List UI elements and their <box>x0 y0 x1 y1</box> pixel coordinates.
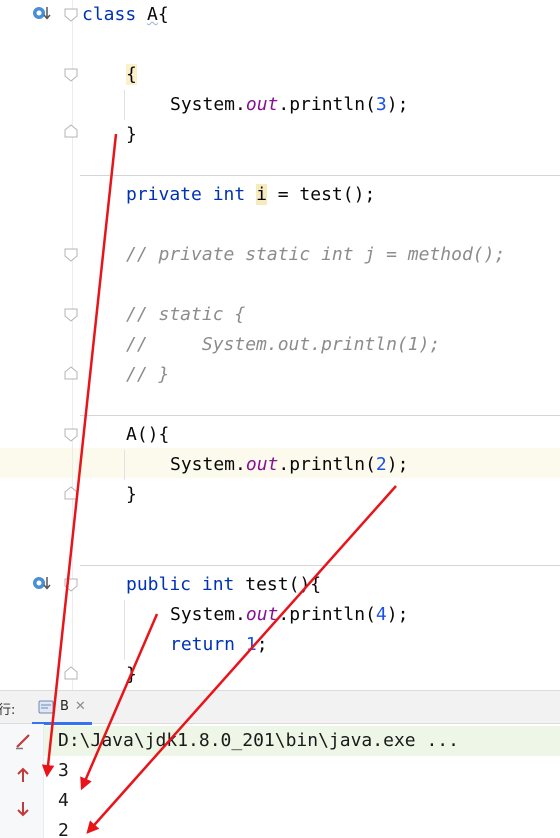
code-token: System. <box>170 604 246 625</box>
indent-guide <box>124 600 125 660</box>
fold-close-icon[interactable] <box>64 486 78 500</box>
brace: } <box>126 664 137 685</box>
fold-open-icon[interactable] <box>64 308 78 322</box>
number-literal: 1 <box>245 634 257 655</box>
brace: } <box>126 124 137 145</box>
indent-guide <box>124 450 125 480</box>
code-line-method-close[interactable]: } <box>126 660 137 690</box>
brace: } <box>126 484 137 505</box>
console-command-line: D:\Java\jdk1.8.0_201\bin\java.exe ... <box>44 726 560 756</box>
method-separator <box>80 565 560 566</box>
console-toolbar <box>0 724 44 838</box>
class-name: A <box>147 4 158 25</box>
console-output-line: 3 <box>58 760 69 781</box>
implemented-marker-icon[interactable] <box>32 574 52 592</box>
code-line-ctor-close[interactable]: } <box>126 480 137 510</box>
code-token: System. <box>170 94 246 115</box>
number-literal: 4 <box>375 604 387 625</box>
code-line-comment[interactable]: // private static int j = method(); <box>126 240 505 270</box>
tab-label: B <box>60 699 69 714</box>
code-line-comment[interactable]: // System.out.println(1); <box>126 330 440 360</box>
fold-open-icon[interactable] <box>64 428 78 442</box>
field-token: out <box>245 94 279 115</box>
method-separator <box>80 175 560 176</box>
close-icon[interactable]: ✕ <box>75 699 86 714</box>
code-line-return[interactable]: return 1; <box>170 630 268 660</box>
code-token: .println( <box>278 454 376 475</box>
fold-close-icon[interactable] <box>64 666 78 680</box>
number-literal: 2 <box>375 454 387 475</box>
code-line-init-println[interactable]: System.out.println(3); <box>170 90 408 120</box>
code-token: ; <box>256 634 268 655</box>
keyword: int <box>201 574 235 595</box>
keyword: return <box>170 634 236 655</box>
code-token: ); <box>386 604 409 625</box>
console-output-line: 4 <box>58 790 69 811</box>
run-label: 行: <box>0 703 16 718</box>
field-token: out <box>245 454 279 475</box>
code-token: A(){ <box>126 424 170 445</box>
code-line-class-decl[interactable]: class A{ <box>82 0 169 30</box>
code-line-comment[interactable]: // } <box>126 360 169 390</box>
console-output-line: 2 <box>58 820 69 838</box>
keyword: int <box>212 184 246 205</box>
code-token: .println( <box>278 94 376 115</box>
code-line-comment[interactable]: // static { <box>126 300 245 330</box>
keyword: public <box>126 574 192 595</box>
method-separator <box>80 415 560 416</box>
code-token: test(){ <box>234 574 322 595</box>
code-line-method-println[interactable]: System.out.println(4); <box>170 600 408 630</box>
field-name: i <box>256 184 267 205</box>
code-line-constructor-decl[interactable]: A(){ <box>126 420 169 450</box>
code-editor[interactable]: class A{ { System.out.println(3); } priv… <box>0 0 560 690</box>
code-token: System. <box>170 454 246 475</box>
run-tab-strip: 行: B ✕ <box>0 690 560 725</box>
fold-open-icon[interactable] <box>64 248 78 262</box>
implemented-marker-icon[interactable] <box>32 4 52 22</box>
code-line-method-decl[interactable]: public int test(){ <box>126 570 321 600</box>
keyword: private <box>126 184 202 205</box>
code-token: = test(); <box>266 184 376 205</box>
code-line-field-decl[interactable]: private int i = test(); <box>126 180 375 210</box>
run-tab-b[interactable]: B ✕ <box>32 691 92 725</box>
scroll-up-arrow-icon[interactable] <box>12 764 34 786</box>
brace: { <box>157 4 169 25</box>
edit-pencil-icon[interactable] <box>12 730 34 752</box>
indent-guide <box>124 90 125 120</box>
code-token: ); <box>386 94 409 115</box>
keyword: class <box>82 4 137 25</box>
fold-open-icon[interactable] <box>64 8 78 22</box>
fold-open-icon[interactable] <box>64 578 78 592</box>
number-literal: 3 <box>375 94 387 115</box>
code-line-init-close[interactable]: } <box>126 120 137 150</box>
fold-close-icon[interactable] <box>64 366 78 380</box>
brace: { <box>126 64 137 85</box>
console-tab-icon <box>38 700 54 713</box>
code-line-ctor-println[interactable]: System.out.println(2); <box>170 450 408 480</box>
code-token: ); <box>386 454 409 475</box>
scroll-down-arrow-icon[interactable] <box>12 798 34 820</box>
fold-open-icon[interactable] <box>64 68 78 82</box>
code-token: .println( <box>278 604 376 625</box>
fold-close-icon[interactable] <box>64 124 78 138</box>
code-line-init-open[interactable]: { <box>126 60 137 90</box>
run-console-panel: 行: B ✕ D:\Java\jdk1.8.0_201\bin\java.exe… <box>0 690 560 838</box>
field-token: out <box>245 604 279 625</box>
